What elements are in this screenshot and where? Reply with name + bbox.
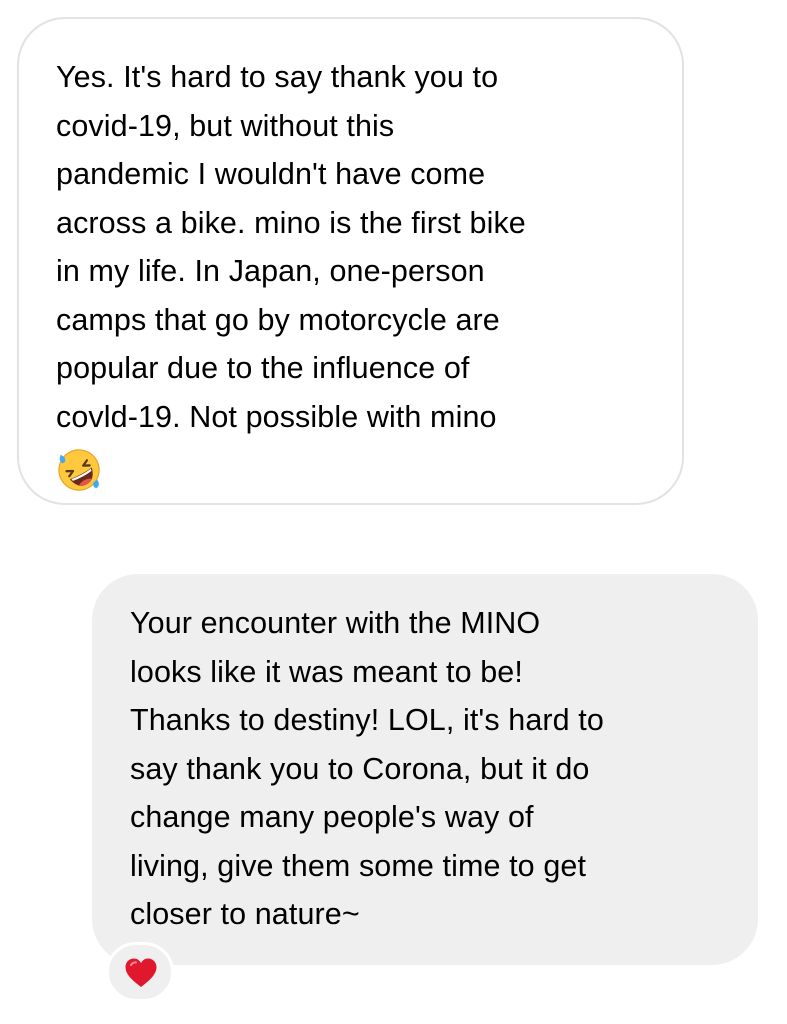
emoji-line bbox=[56, 441, 652, 491]
message-text-line: living, give them some time to get bbox=[130, 848, 587, 883]
message-text-line: looks like it was meant to be! bbox=[130, 654, 523, 689]
message-text-line: pandemic I wouldn't have come bbox=[56, 157, 486, 191]
message-text-line: change many people's way of bbox=[130, 800, 534, 834]
message-text-line: closer to nature~ bbox=[130, 897, 360, 931]
message-text-line: Your encounter with the MINO bbox=[130, 606, 541, 640]
message-text-line: across a bike. mino is the first bike bbox=[56, 205, 526, 240]
red-heart-icon bbox=[125, 958, 157, 987]
outgoing-message-bubble[interactable]: Your encounter with the MINO looks like … bbox=[92, 574, 758, 965]
message-text-line: covld-19. Not possible with mino bbox=[56, 399, 497, 434]
message-text-line: camps that go by motorcycle are bbox=[56, 302, 500, 337]
message-text-line: in my life. In Japan, one-person bbox=[56, 254, 485, 288]
incoming-message-bubble[interactable]: Yes. It's hard to say thank you to covid… bbox=[17, 17, 684, 505]
message-text-line: Yes. It's hard to say thank you to bbox=[56, 60, 499, 94]
rolling-on-the-floor-laughing-icon bbox=[58, 449, 100, 491]
message-reaction-badge[interactable] bbox=[106, 942, 174, 1002]
message-text-line: popular due to the influence of bbox=[56, 351, 470, 385]
message-text-line: Thanks to destiny! LOL, it's hard to bbox=[130, 703, 604, 737]
message-text-line: say thank you to Corona, but it do bbox=[130, 751, 590, 786]
message-text-line: covid-19, but without this bbox=[56, 108, 395, 143]
